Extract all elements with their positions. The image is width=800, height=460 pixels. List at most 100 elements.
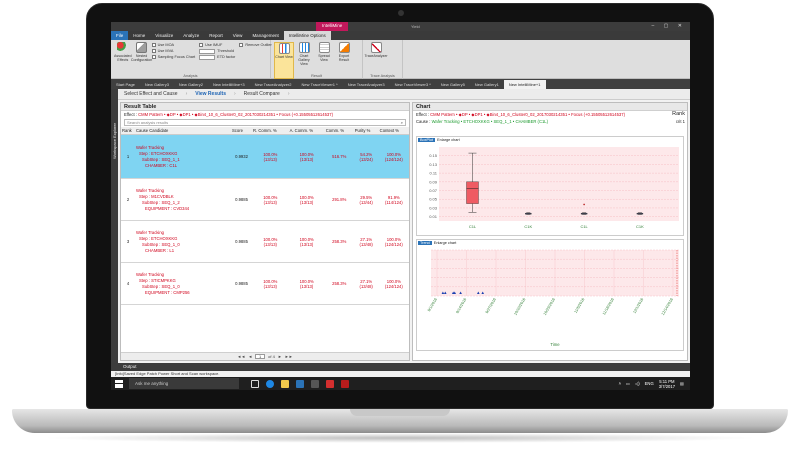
table-row[interactable]: 4 Wafer Tracking Step : STICMPKKG SubStep :… — [121, 262, 409, 305]
menu-file[interactable]: File — [111, 31, 129, 40]
workspace-explorer-strip[interactable]: Workspace Explorer — [111, 89, 118, 363]
col-r-comm[interactable]: R. Comm. % — [252, 127, 289, 135]
wizard-step-view-results[interactable]: View Results — [195, 91, 226, 97]
col-cause[interactable]: Cause Candidate — [135, 127, 231, 135]
doc-tab[interactable]: New Gallery3 — [140, 80, 174, 89]
main-area: Workspace Explorer Select Effect and Cau… — [111, 89, 690, 363]
rank-cell: 4 — [121, 262, 135, 305]
doc-tab[interactable]: Start Page — [111, 80, 140, 89]
ribbon-group-result: Chart View Chart Gallery View Spread Vie… — [271, 40, 363, 79]
windows-start-icon[interactable] — [115, 379, 123, 388]
chevron-up-icon[interactable]: ˄ — [619, 381, 621, 386]
ribbon-group-label: Analysis — [183, 74, 198, 78]
doc-tab[interactable]: New Gallery5 — [436, 80, 470, 89]
context-cell: 100.0% (124/124) — [378, 220, 409, 263]
effect-value: CMM Pattern • ◆DP • ◆DP1 • ◆Bin4_10_6_Cl… — [138, 112, 333, 117]
crit-label: crit 1 — [675, 118, 685, 125]
menu-management[interactable]: Management — [247, 31, 283, 40]
etd-factor-field[interactable]: ETD factor — [199, 54, 235, 60]
box — [466, 181, 479, 204]
task-view-icon[interactable] — [251, 379, 259, 388]
x-tick-label: 9/14/2016 — [455, 298, 467, 315]
col-score[interactable]: Score — [231, 127, 253, 135]
rank-cell: 3 — [121, 220, 135, 263]
first-page-icon[interactable]: ◄◄ — [237, 354, 245, 359]
doc-tab[interactable]: New IntelliMine+1 — [503, 80, 546, 89]
associated-effects-icon — [117, 42, 129, 53]
boxplot-tab[interactable]: BoxPlot — [418, 138, 436, 142]
doc-tab[interactable]: New TraceAnalyzer2 — [250, 80, 297, 89]
cause-line-4: CHAMBER : C1L — [145, 162, 178, 168]
menu-home[interactable]: Home — [128, 31, 150, 40]
effect-line: Effect : CMM Pattern • ◆DP • ◆DP1 • ◆Bin… — [121, 111, 409, 118]
doc-tab[interactable]: New Gallery1 — [470, 80, 504, 89]
col-context[interactable]: Context % — [378, 127, 409, 135]
a-comm-cell: 100.0% (13/13) — [288, 262, 325, 305]
photos-icon[interactable] — [311, 379, 319, 388]
purity-cell: 27.1% (13/48) — [353, 262, 379, 305]
x-tick-label: 9/27/2016 — [485, 298, 497, 315]
next-page-icon[interactable]: ► — [278, 354, 282, 359]
doc-tab[interactable]: New TraceAnalyzer3 — [343, 80, 390, 89]
table-row[interactable]: 3 Wafer Tracking Step : ETCHOXKKG SubStep :… — [121, 220, 409, 263]
network-icon[interactable]: ▭ — [626, 381, 630, 386]
chevron-right-icon: › — [234, 91, 236, 97]
page-number-input[interactable]: 1 — [255, 354, 266, 359]
doc-tab[interactable]: New IntelliMine+3 — [208, 80, 250, 89]
volume-icon[interactable]: ◁) — [635, 381, 640, 386]
remove-outlier-checkbox[interactable]: Remove Outlier — [239, 42, 272, 48]
chart-effect-label: Effect : — [416, 112, 429, 117]
context-tab-label[interactable]: IntelliMine — [316, 22, 349, 31]
search-input[interactable]: Search analysis results ⌕ — [124, 119, 406, 126]
x-tick-label: 11/18/2016 — [602, 298, 615, 316]
y-tick-label: 0.03 — [429, 205, 438, 210]
menu-report[interactable]: Report — [204, 31, 228, 40]
clock[interactable]: 5:11 PM 3/7/2017 — [659, 379, 675, 389]
context-cell: 91.9% (114/124) — [378, 178, 409, 221]
doc-tab[interactable]: New TraceViewer1 * — [297, 80, 343, 89]
doc-tab[interactable]: New Gallery2 — [174, 80, 208, 89]
table-row[interactable]: 2 Wafer Tracking Step : M1CVDBLK SubStep : … — [121, 178, 409, 221]
chart-cause-line: Cause : Wafer Tracking • ETCHOXKKG • SEQ… — [413, 118, 687, 125]
trend-tab[interactable]: Trend — [418, 241, 432, 245]
col-a-comm[interactable]: A. Comm. % — [288, 127, 325, 135]
menu-analyze[interactable]: Analyze — [178, 31, 204, 40]
effect-label: Effect : — [124, 112, 137, 117]
rank-label: Rank — [672, 111, 685, 118]
enlarge-chart-button-2[interactable]: Enlarge chart — [434, 241, 457, 245]
prev-page-icon[interactable]: ◄ — [248, 354, 252, 359]
store-icon[interactable] — [296, 379, 304, 388]
table-row[interactable]: 1 Wafer Tracking Step : ETCHOXKKG SubStep :… — [121, 134, 409, 179]
app-icon[interactable] — [326, 379, 334, 388]
camera-icon — [398, 10, 404, 16]
last-page-icon[interactable]: ►► — [285, 354, 293, 359]
file-explorer-icon[interactable] — [281, 379, 289, 388]
col-purity[interactable]: Purity % — [353, 127, 379, 135]
wizard-step-select[interactable]: Select Effect and Cause — [124, 91, 178, 97]
wizard-step-compare[interactable]: Result Compare — [244, 91, 280, 97]
menu-visualize[interactable]: Visualize — [150, 31, 178, 40]
x-axis-label: Time — [550, 342, 560, 347]
notifications-icon[interactable]: ▤ — [680, 381, 684, 386]
menu-view[interactable]: View — [228, 31, 248, 40]
sampling-focus-chart-checkbox[interactable]: Sampling Focus Chart — [151, 54, 195, 60]
edge-browser-icon[interactable] — [266, 379, 274, 388]
chart-effect-value: CMM Pattern • ◆DP • ◆DP1 • ◆Bin4_10_6_Cl… — [430, 112, 625, 117]
laptop-frame: IntelliMine Yield ‒ ▢ ✕ File Home Visual… — [0, 0, 800, 460]
title-bar: IntelliMine Yield ‒ ▢ ✕ — [111, 22, 690, 31]
trend-chart: Trend Enlarge chart 9/1/2016 9/14/2016 9/2… — [416, 239, 684, 351]
output-bar[interactable]: Output — [111, 363, 690, 371]
wizard-steps: Select Effect and Cause › View Results ›… — [118, 89, 690, 100]
menu-intellimine-options[interactable]: IntelliMine Options — [283, 31, 331, 40]
context-cell: 100.0% (124/124) — [378, 262, 409, 305]
col-comm[interactable]: Comm. % — [324, 127, 354, 135]
window-controls[interactable]: ‒ ▢ ✕ — [652, 23, 686, 29]
taskbar-search-input[interactable]: Ask me anything — [129, 378, 239, 389]
yield-app-icon[interactable] — [341, 379, 349, 388]
doc-tab[interactable]: New TraceViewer3 * — [390, 80, 436, 89]
x-tick-label: 10/23/2016 — [543, 298, 556, 316]
enlarge-chart-button[interactable]: Enlarge chart — [437, 138, 460, 142]
chart-effect-line: Effect : CMM Pattern • ◆DP • ◆DP1 • ◆Bin… — [413, 111, 687, 118]
col-rank[interactable]: Rank — [121, 127, 135, 135]
language-indicator[interactable]: ENG — [645, 381, 654, 386]
